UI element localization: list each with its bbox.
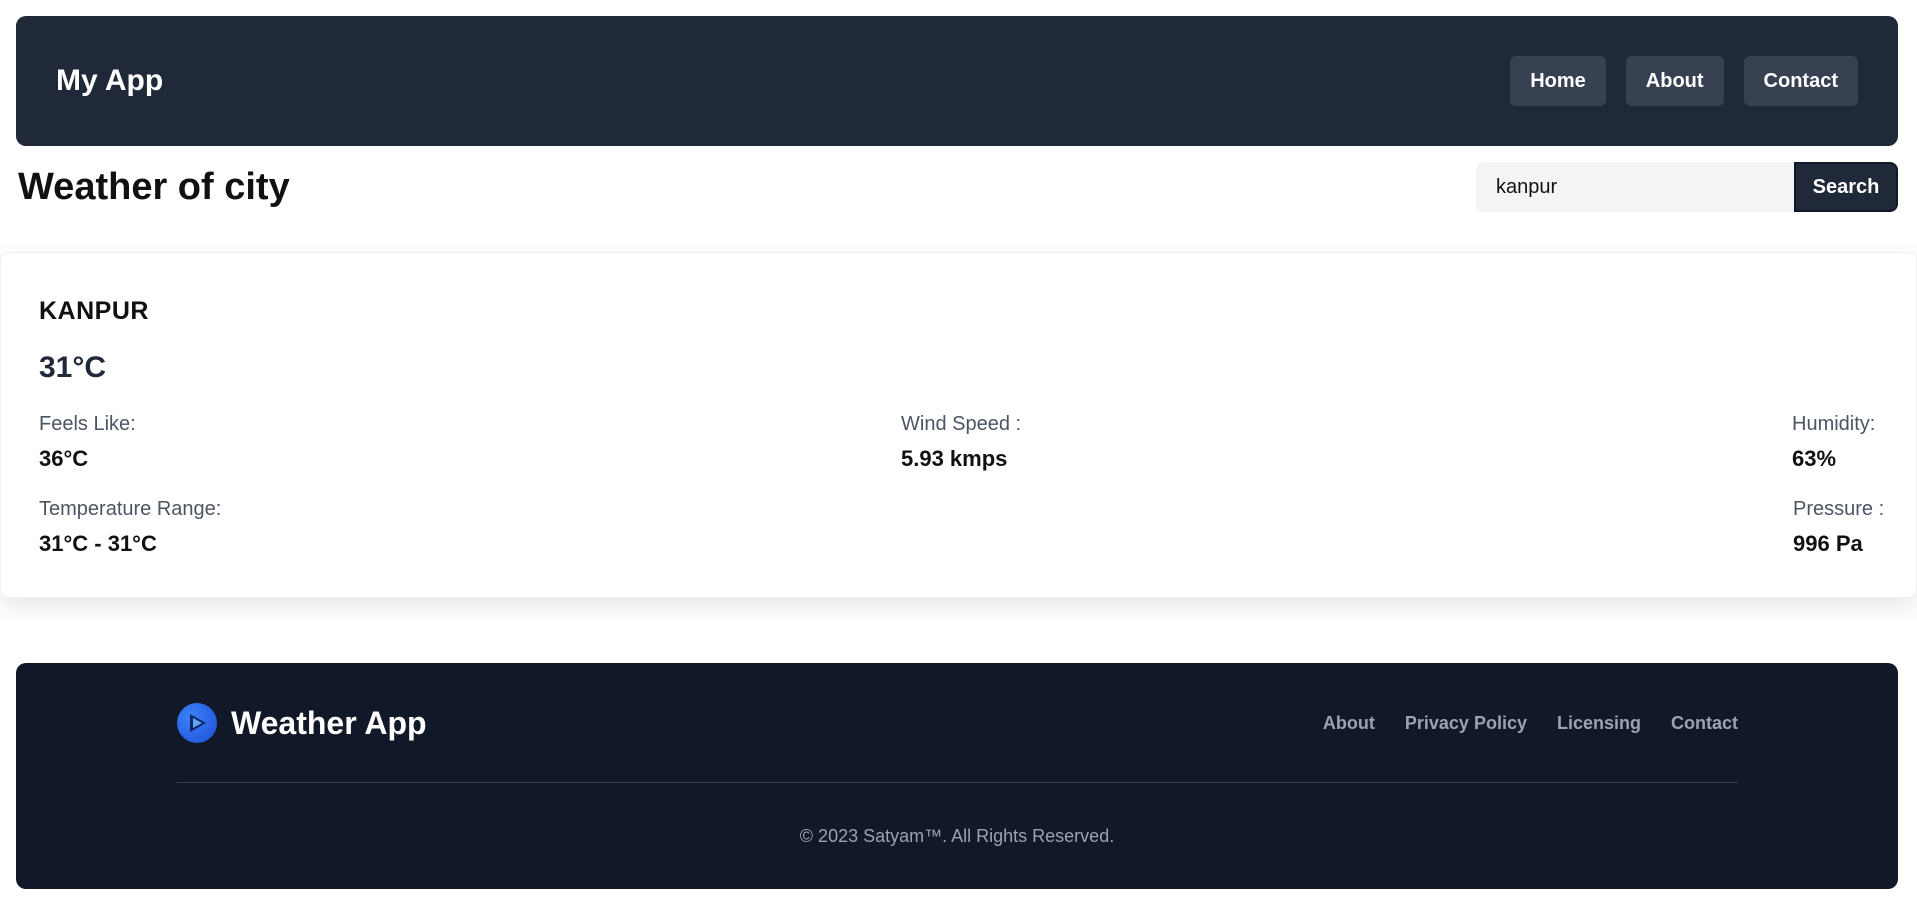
page-title: Weather of city (18, 166, 290, 208)
brand-title[interactable]: My App (56, 64, 163, 98)
footer-link-contact[interactable]: Contact (1671, 713, 1738, 734)
temp-range-value: 31°C - 31°C (39, 531, 157, 556)
wind-speed-value: 5.93 kmps (901, 446, 1008, 471)
nav-contact-button[interactable]: Contact (1743, 56, 1858, 106)
feels-like-value: 36°C (39, 446, 89, 471)
wind-speed-label: Wind Speed : (901, 413, 1022, 435)
humidity-label: Humidity: (1792, 413, 1876, 435)
search-input[interactable] (1476, 162, 1794, 212)
nav-home-button[interactable]: Home (1510, 56, 1606, 106)
city-name: KANPUR (39, 297, 149, 325)
app-logo-icon (177, 703, 217, 743)
current-temperature: 31°C (39, 351, 107, 384)
footer-brand[interactable]: Weather App (177, 703, 427, 743)
nav-links: Home About Contact (1510, 56, 1858, 106)
feels-like-label: Feels Like: (39, 413, 136, 435)
feels-like-stat: Feels Like: 36°C (39, 413, 136, 472)
humidity-value: 63% (1792, 446, 1837, 471)
navbar: My App Home About Contact (16, 16, 1898, 146)
nav-about-button[interactable]: About (1625, 56, 1724, 106)
wind-speed-stat: Wind Speed : 5.93 kmps (901, 413, 1021, 472)
copyright-text: © 2023 Satyam™. All Rights Reserved. (799, 826, 1115, 846)
temp-range-stat: Temperature Range: 31°C - 31°C (39, 498, 221, 557)
humidity-stat: Humidity: 63% (1792, 413, 1875, 472)
footer-link-privacy-policy[interactable]: Privacy Policy (1405, 713, 1527, 734)
footer-link-licensing[interactable]: Licensing (1557, 713, 1641, 734)
footer-links: About Privacy Policy Licensing Contact (1323, 713, 1738, 734)
pressure-label: Pressure : (1793, 498, 1885, 520)
pressure-value: 996 Pa (1793, 531, 1863, 556)
temp-range-label: Temperature Range: (39, 498, 222, 520)
footer-brand-text: Weather App (231, 704, 427, 741)
pressure-stat: Pressure : 996 Pa (1793, 498, 1884, 557)
search-bar: Search (1476, 162, 1898, 212)
footer-link-about[interactable]: About (1323, 713, 1375, 734)
search-button[interactable]: Search (1794, 162, 1898, 212)
footer-divider (177, 782, 1738, 783)
weather-card: KANPUR 31°C Feels Like: 36°C Temperature… (0, 252, 1917, 598)
footer: Weather App About Privacy Policy Licensi… (16, 663, 1898, 889)
